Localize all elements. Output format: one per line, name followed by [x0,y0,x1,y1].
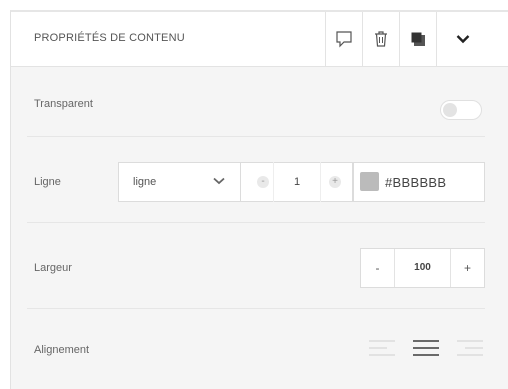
duplicate-icon [411,32,425,46]
chevron-down-icon [213,177,225,185]
transparent-label: Transparent [34,98,93,110]
divider [27,136,485,137]
line-color-field[interactable]: #BBBBBB [353,162,485,202]
toggle-knob [443,103,457,117]
line-width-minus-button[interactable]: - [257,176,269,188]
align-right-button[interactable] [457,338,483,358]
align-center-button[interactable] [413,338,439,358]
line-width-value[interactable]: 1 [273,162,321,202]
largeur-label: Largeur [34,262,72,274]
width-value[interactable]: 100 [394,249,451,287]
comment-button[interactable] [325,12,362,66]
width-plus-button[interactable]: + [451,249,484,287]
divider [27,308,485,309]
line-style-value: ligne [133,176,157,188]
chevron-down-icon [456,35,470,44]
width-minus-button[interactable]: - [361,249,394,287]
line-color-value: #BBBBBB [385,175,447,190]
divider [27,222,485,223]
content-properties-panel: PROPRIÉTÉS DE CONTENU Transparent Ligne … [10,10,508,389]
line-width-plus-button[interactable]: + [329,176,341,188]
duplicate-button[interactable] [399,12,436,66]
delete-button[interactable] [362,12,399,66]
align-left-button[interactable] [369,338,395,358]
alignement-label: Alignement [34,344,90,356]
transparent-toggle[interactable] [440,100,482,120]
color-swatch[interactable] [360,172,379,191]
comment-icon [336,31,352,48]
panel-title: PROPRIÉTÉS DE CONTENU [34,32,185,44]
panel-header: PROPRIÉTÉS DE CONTENU [11,12,508,67]
width-stepper: - 100 + [360,248,485,288]
trash-icon [375,31,387,47]
ligne-label: Ligne [34,176,61,188]
line-style-select[interactable]: ligne [118,162,241,202]
collapse-button[interactable] [436,12,508,66]
